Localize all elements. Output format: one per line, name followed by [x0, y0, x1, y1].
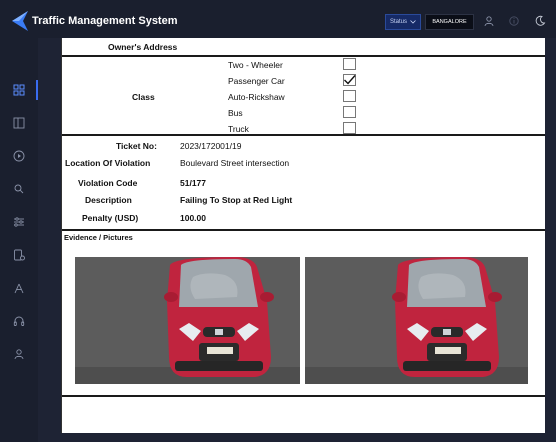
user-icon[interactable] — [483, 15, 495, 27]
class-option-label: Two - Wheeler — [228, 60, 283, 70]
class-checkbox-two-wheeler — [343, 58, 356, 70]
class-option-label: Passenger Car — [228, 76, 285, 86]
info-icon[interactable] — [508, 15, 520, 27]
evidence-label: Evidence / Pictures — [64, 233, 133, 242]
class-checkbox-auto-rickshaw — [343, 90, 356, 102]
ticket-no-label: Ticket No: — [116, 141, 157, 151]
antenna-icon[interactable] — [12, 281, 26, 295]
description-label: Description — [85, 195, 132, 205]
city-button[interactable]: BANGALORE — [425, 14, 474, 30]
car-photo-2[interactable] — [305, 257, 528, 384]
car-image — [305, 257, 528, 384]
divider — [62, 395, 545, 397]
headset-icon[interactable] — [12, 314, 26, 328]
divider — [62, 229, 545, 231]
car-photo-1[interactable] — [75, 257, 300, 384]
divider — [62, 134, 545, 136]
divider — [62, 55, 545, 57]
vehicle-icon[interactable] — [12, 248, 26, 262]
location-label: Location Of Violation — [65, 158, 151, 168]
sidebar — [0, 38, 38, 442]
sliders-icon[interactable] — [12, 215, 26, 229]
violation-document: Owner's Address Class Two - Wheeler Pass… — [61, 38, 545, 433]
moon-icon[interactable] — [534, 15, 546, 27]
dashboard-icon[interactable] — [12, 83, 26, 97]
class-label: Class — [132, 92, 155, 102]
violation-code-label: Violation Code — [78, 178, 138, 188]
person-icon[interactable] — [12, 347, 26, 361]
sidebar-active-indicator — [36, 80, 38, 100]
app-title: Traffic Management System — [32, 15, 178, 27]
class-checkbox-truck — [343, 122, 356, 134]
location-value: Boulevard Street intersection — [180, 158, 290, 168]
status-dropdown[interactable]: Status — [385, 14, 421, 30]
status-label: Status — [390, 19, 408, 25]
ticket-no-value: 2023/172001/19 — [180, 141, 242, 151]
penalty-value: 100.00 — [180, 213, 206, 223]
chevron-down-icon — [410, 20, 416, 24]
violation-code-value: 51/177 — [180, 178, 206, 188]
class-checkbox-passenger-car — [343, 74, 356, 86]
app-logo-icon — [12, 11, 28, 31]
split-icon[interactable] — [12, 116, 26, 130]
checkmark-icon — [344, 75, 356, 85]
top-bar: Traffic Management System Status BANGALO… — [0, 0, 556, 38]
owner-address-label: Owner's Address — [108, 42, 178, 52]
class-option-label: Bus — [228, 108, 243, 118]
penalty-label: Penalty (USD) — [82, 213, 139, 223]
play-icon[interactable] — [12, 149, 26, 163]
car-image — [75, 257, 300, 384]
description-value: Failing To Stop at Red Light — [180, 195, 293, 205]
class-option-label: Truck — [228, 124, 249, 134]
class-checkbox-bus — [343, 106, 356, 118]
search-icon[interactable] — [12, 182, 26, 196]
class-option-label: Auto-Rickshaw — [228, 92, 285, 102]
